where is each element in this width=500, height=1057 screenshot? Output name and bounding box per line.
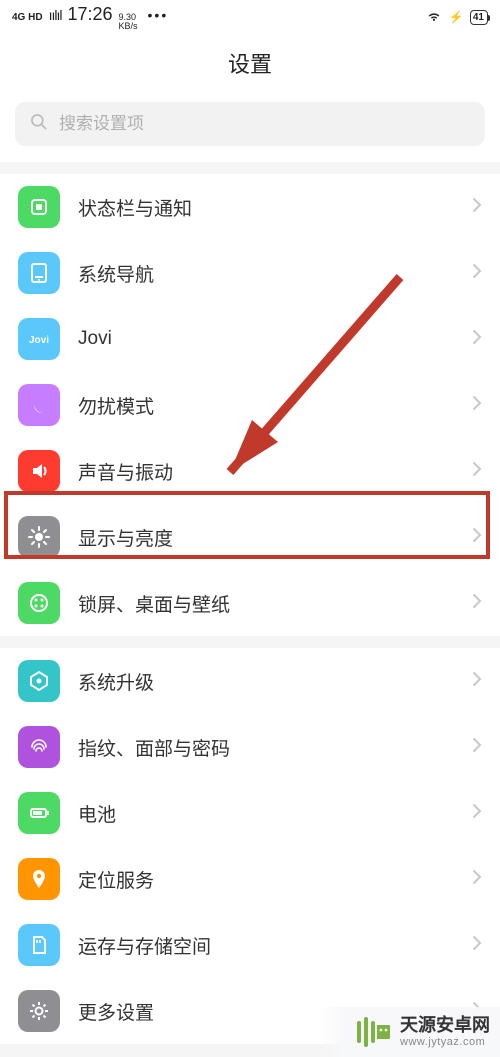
wallpaper-icon xyxy=(18,582,60,624)
row-jovi[interactable]: Jovi Jovi xyxy=(0,306,500,372)
sound-icon xyxy=(18,450,60,492)
row-label: 系统导航 xyxy=(60,260,472,287)
row-system-nav[interactable]: 系统导航 xyxy=(0,240,500,306)
app-icon-status xyxy=(18,186,60,228)
row-label: 锁屏、桌面与壁纸 xyxy=(60,590,472,617)
watermark: 天源安卓网 www.jytyaz.com xyxy=(318,1007,500,1057)
status-left: 4G HD ıılıl 17:26 9.30 KB/s ••• xyxy=(12,4,168,29)
search-input[interactable] xyxy=(59,114,471,134)
row-label: 勿扰模式 xyxy=(60,392,472,419)
page-title: 设置 xyxy=(228,47,272,79)
row-label: Jovi xyxy=(60,328,472,350)
row-label: 显示与亮度 xyxy=(60,524,472,551)
watermark-brand: 天源安卓网 xyxy=(400,1016,490,1036)
data-rate: 9.30 KB/s xyxy=(119,13,138,29)
app-icon-nav xyxy=(18,252,60,294)
search-container xyxy=(0,92,500,162)
chevron-right-icon xyxy=(472,593,482,614)
settings-group-2: 系统升级 指纹、面部与密码 电池 定位服务 运存与存储空间 更多设置 xyxy=(0,648,500,1044)
row-battery[interactable]: 电池 xyxy=(0,780,500,846)
clock-time: 17:26 xyxy=(67,4,112,25)
watermark-logo-icon xyxy=(354,1013,392,1051)
row-label: 系统升级 xyxy=(60,668,472,695)
row-fingerprint[interactable]: 指纹、面部与密码 xyxy=(0,714,500,780)
row-label: 运存与存储空间 xyxy=(60,932,472,959)
chevron-right-icon xyxy=(472,803,482,824)
watermark-domain: www.jytyaz.com xyxy=(400,1036,490,1048)
battery-icon xyxy=(18,792,60,834)
chevron-right-icon xyxy=(472,935,482,956)
location-icon xyxy=(18,858,60,900)
app-icon-jovi: Jovi xyxy=(18,318,60,360)
row-status-notify[interactable]: 状态栏与通知 xyxy=(0,174,500,240)
moon-icon xyxy=(18,384,60,426)
row-label: 状态栏与通知 xyxy=(60,194,472,221)
fingerprint-icon xyxy=(18,726,60,768)
chevron-right-icon xyxy=(472,329,482,350)
row-label: 电池 xyxy=(60,800,472,827)
row-display[interactable]: 显示与亮度 xyxy=(0,504,500,570)
chevron-right-icon xyxy=(472,461,482,482)
row-label: 指纹、面部与密码 xyxy=(60,734,472,761)
row-dnd[interactable]: 勿扰模式 xyxy=(0,372,500,438)
status-right: ⚡ 41 xyxy=(425,7,488,28)
row-storage[interactable]: 运存与存储空间 xyxy=(0,912,500,978)
storage-icon xyxy=(18,924,60,966)
status-bar: 4G HD ıılıl 17:26 9.30 KB/s ••• ⚡ 41 xyxy=(0,0,500,34)
update-icon xyxy=(18,660,60,702)
search-box[interactable] xyxy=(15,102,485,146)
wifi-icon xyxy=(425,7,443,28)
settings-group-1: 状态栏与通知 系统导航 Jovi Jovi 勿扰模式 声音与振动 显示与亮度 xyxy=(0,174,500,636)
chevron-right-icon xyxy=(472,737,482,758)
chevron-right-icon xyxy=(472,395,482,416)
chevron-right-icon xyxy=(472,527,482,548)
row-lock-wallpaper[interactable]: 锁屏、桌面与壁纸 xyxy=(0,570,500,636)
section-gap xyxy=(0,162,500,174)
chevron-right-icon xyxy=(472,263,482,284)
row-label: 定位服务 xyxy=(60,866,472,893)
row-location[interactable]: 定位服务 xyxy=(0,846,500,912)
row-label: 声音与振动 xyxy=(60,458,472,485)
page-header: 设置 xyxy=(0,34,500,92)
row-sound[interactable]: 声音与振动 xyxy=(0,438,500,504)
section-gap xyxy=(0,636,500,648)
battery-indicator: 41 xyxy=(470,10,488,25)
network-label: 4G HD xyxy=(12,12,43,23)
watermark-text: 天源安卓网 www.jytyaz.com xyxy=(400,1016,490,1048)
chevron-right-icon xyxy=(472,671,482,692)
row-system-update[interactable]: 系统升级 xyxy=(0,648,500,714)
chevron-right-icon xyxy=(472,197,482,218)
svg-text:Jovi: Jovi xyxy=(29,335,49,346)
signal-icon: ıılıl xyxy=(49,7,62,23)
more-status-icon: ••• xyxy=(144,7,169,23)
charging-icon: ⚡ xyxy=(449,10,464,24)
chevron-right-icon xyxy=(472,869,482,890)
gear-icon xyxy=(18,990,60,1032)
search-icon xyxy=(29,112,49,137)
brightness-icon xyxy=(18,516,60,558)
